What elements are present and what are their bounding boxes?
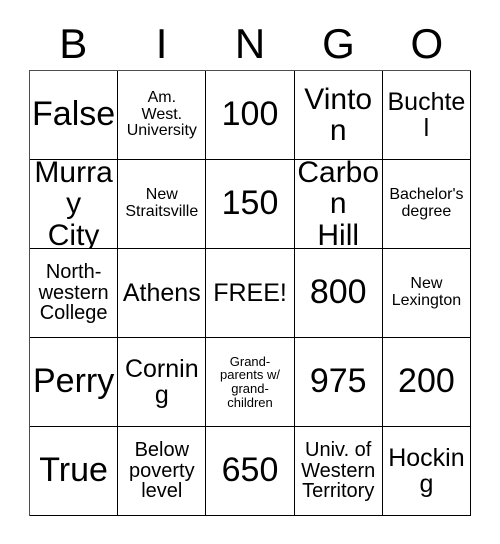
bingo-cell-text: 800 <box>309 273 367 312</box>
bingo-cell-text: Corning <box>124 355 199 409</box>
bingo-row: Perry Corning Grand- parents w/ grand- c… <box>30 338 472 427</box>
bingo-cell-n4[interactable]: Grand- parents w/ grand- children <box>206 338 295 427</box>
bingo-cell-n5[interactable]: 650 <box>206 427 295 516</box>
bingo-cell-text: True <box>39 451 108 490</box>
bingo-cell-text: 100 <box>221 95 279 134</box>
bingo-row: True Below poverty level 650 Univ. of We… <box>30 427 472 516</box>
bingo-cell-text: Grand- parents w/ grand- children <box>220 353 280 410</box>
bingo-cell-text: Murray City <box>34 160 113 249</box>
bingo-cell-g1[interactable]: Vinton <box>294 71 383 160</box>
bingo-header-letter-n: N <box>234 20 266 67</box>
bingo-cell-text: Athens <box>122 279 201 307</box>
bingo-row: False Am. West. University 100 Vinton Bu… <box>30 71 472 160</box>
bingo-row: North- western College Athens FREE! 800 … <box>30 249 472 338</box>
bingo-cell-n2[interactable]: 150 <box>206 160 295 249</box>
bingo-header-letter-o: O <box>410 20 444 67</box>
bingo-cell-text: False <box>32 95 116 134</box>
bingo-cell-text: New Straitsville <box>125 186 199 220</box>
bingo-cell-o4[interactable]: 200 <box>382 338 472 427</box>
bingo-cell-text: 200 <box>398 362 455 401</box>
bingo-cell-i5[interactable]: Below poverty level <box>118 427 207 516</box>
bingo-cell-b4[interactable]: Perry <box>30 338 119 427</box>
bingo-cell-text: Carbon Hill <box>297 160 380 249</box>
bingo-cell-b5[interactable]: True <box>30 427 119 516</box>
bingo-cell-g4[interactable]: 975 <box>294 338 383 427</box>
bingo-cell-i4[interactable]: Corning <box>118 338 207 427</box>
bingo-cell-text: Hocking <box>388 444 465 498</box>
bingo-cell-i3[interactable]: Athens <box>118 249 207 338</box>
bingo-cell-text: Below poverty level <box>129 438 195 503</box>
bingo-cell-b1[interactable]: False <box>30 71 119 160</box>
bingo-cell-o5[interactable]: Hocking <box>382 427 472 516</box>
bingo-cell-text: New Lexington <box>391 275 462 309</box>
bingo-header-letter-b: B <box>59 20 88 67</box>
bingo-cell-i2[interactable]: New Straitsville <box>118 160 207 249</box>
bingo-cell-text: FREE! <box>213 279 287 307</box>
bingo-cell-text: Univ. of Western Territory <box>301 438 376 503</box>
bingo-card: B I N G O False Am. West. University 100… <box>0 0 500 544</box>
bingo-cell-text: 150 <box>221 184 279 223</box>
bingo-cell-text: 975 <box>309 362 367 401</box>
bingo-row: Murray City New Straitsville 150 Carbon … <box>30 160 472 249</box>
bingo-cell-text: Perry <box>32 362 115 401</box>
bingo-cell-free-space[interactable]: FREE! <box>206 249 295 338</box>
bingo-cell-text: 650 <box>221 451 279 490</box>
bingo-cell-i1[interactable]: Am. West. University <box>118 71 207 160</box>
bingo-grid: False Am. West. University 100 Vinton Bu… <box>29 70 472 516</box>
bingo-cell-text: North- western College <box>38 260 109 325</box>
bingo-cell-n1[interactable]: 100 <box>206 71 295 160</box>
bingo-cell-b2[interactable]: Murray City <box>30 160 119 249</box>
bingo-cell-g3[interactable]: 800 <box>294 249 383 338</box>
bingo-cell-o3[interactable]: New Lexington <box>382 249 472 338</box>
bingo-header-letter-i: I <box>155 20 168 67</box>
bingo-cell-o2[interactable]: Bachelor's degree <box>382 160 472 249</box>
bingo-cell-text: Bachelor's degree <box>389 186 464 220</box>
bingo-cell-g5[interactable]: Univ. of Western Territory <box>294 427 383 516</box>
bingo-header-letter-g: G <box>322 20 355 67</box>
bingo-cell-text: Buchtel <box>387 88 466 142</box>
bingo-cell-g2[interactable]: Carbon Hill <box>294 160 383 249</box>
bingo-cell-text: Am. West. University <box>126 89 197 140</box>
bingo-cell-text: Vinton <box>304 82 373 147</box>
bingo-header-row: B I N G O <box>29 18 471 70</box>
bingo-cell-b3[interactable]: North- western College <box>30 249 119 338</box>
bingo-cell-o1[interactable]: Buchtel <box>382 71 472 160</box>
